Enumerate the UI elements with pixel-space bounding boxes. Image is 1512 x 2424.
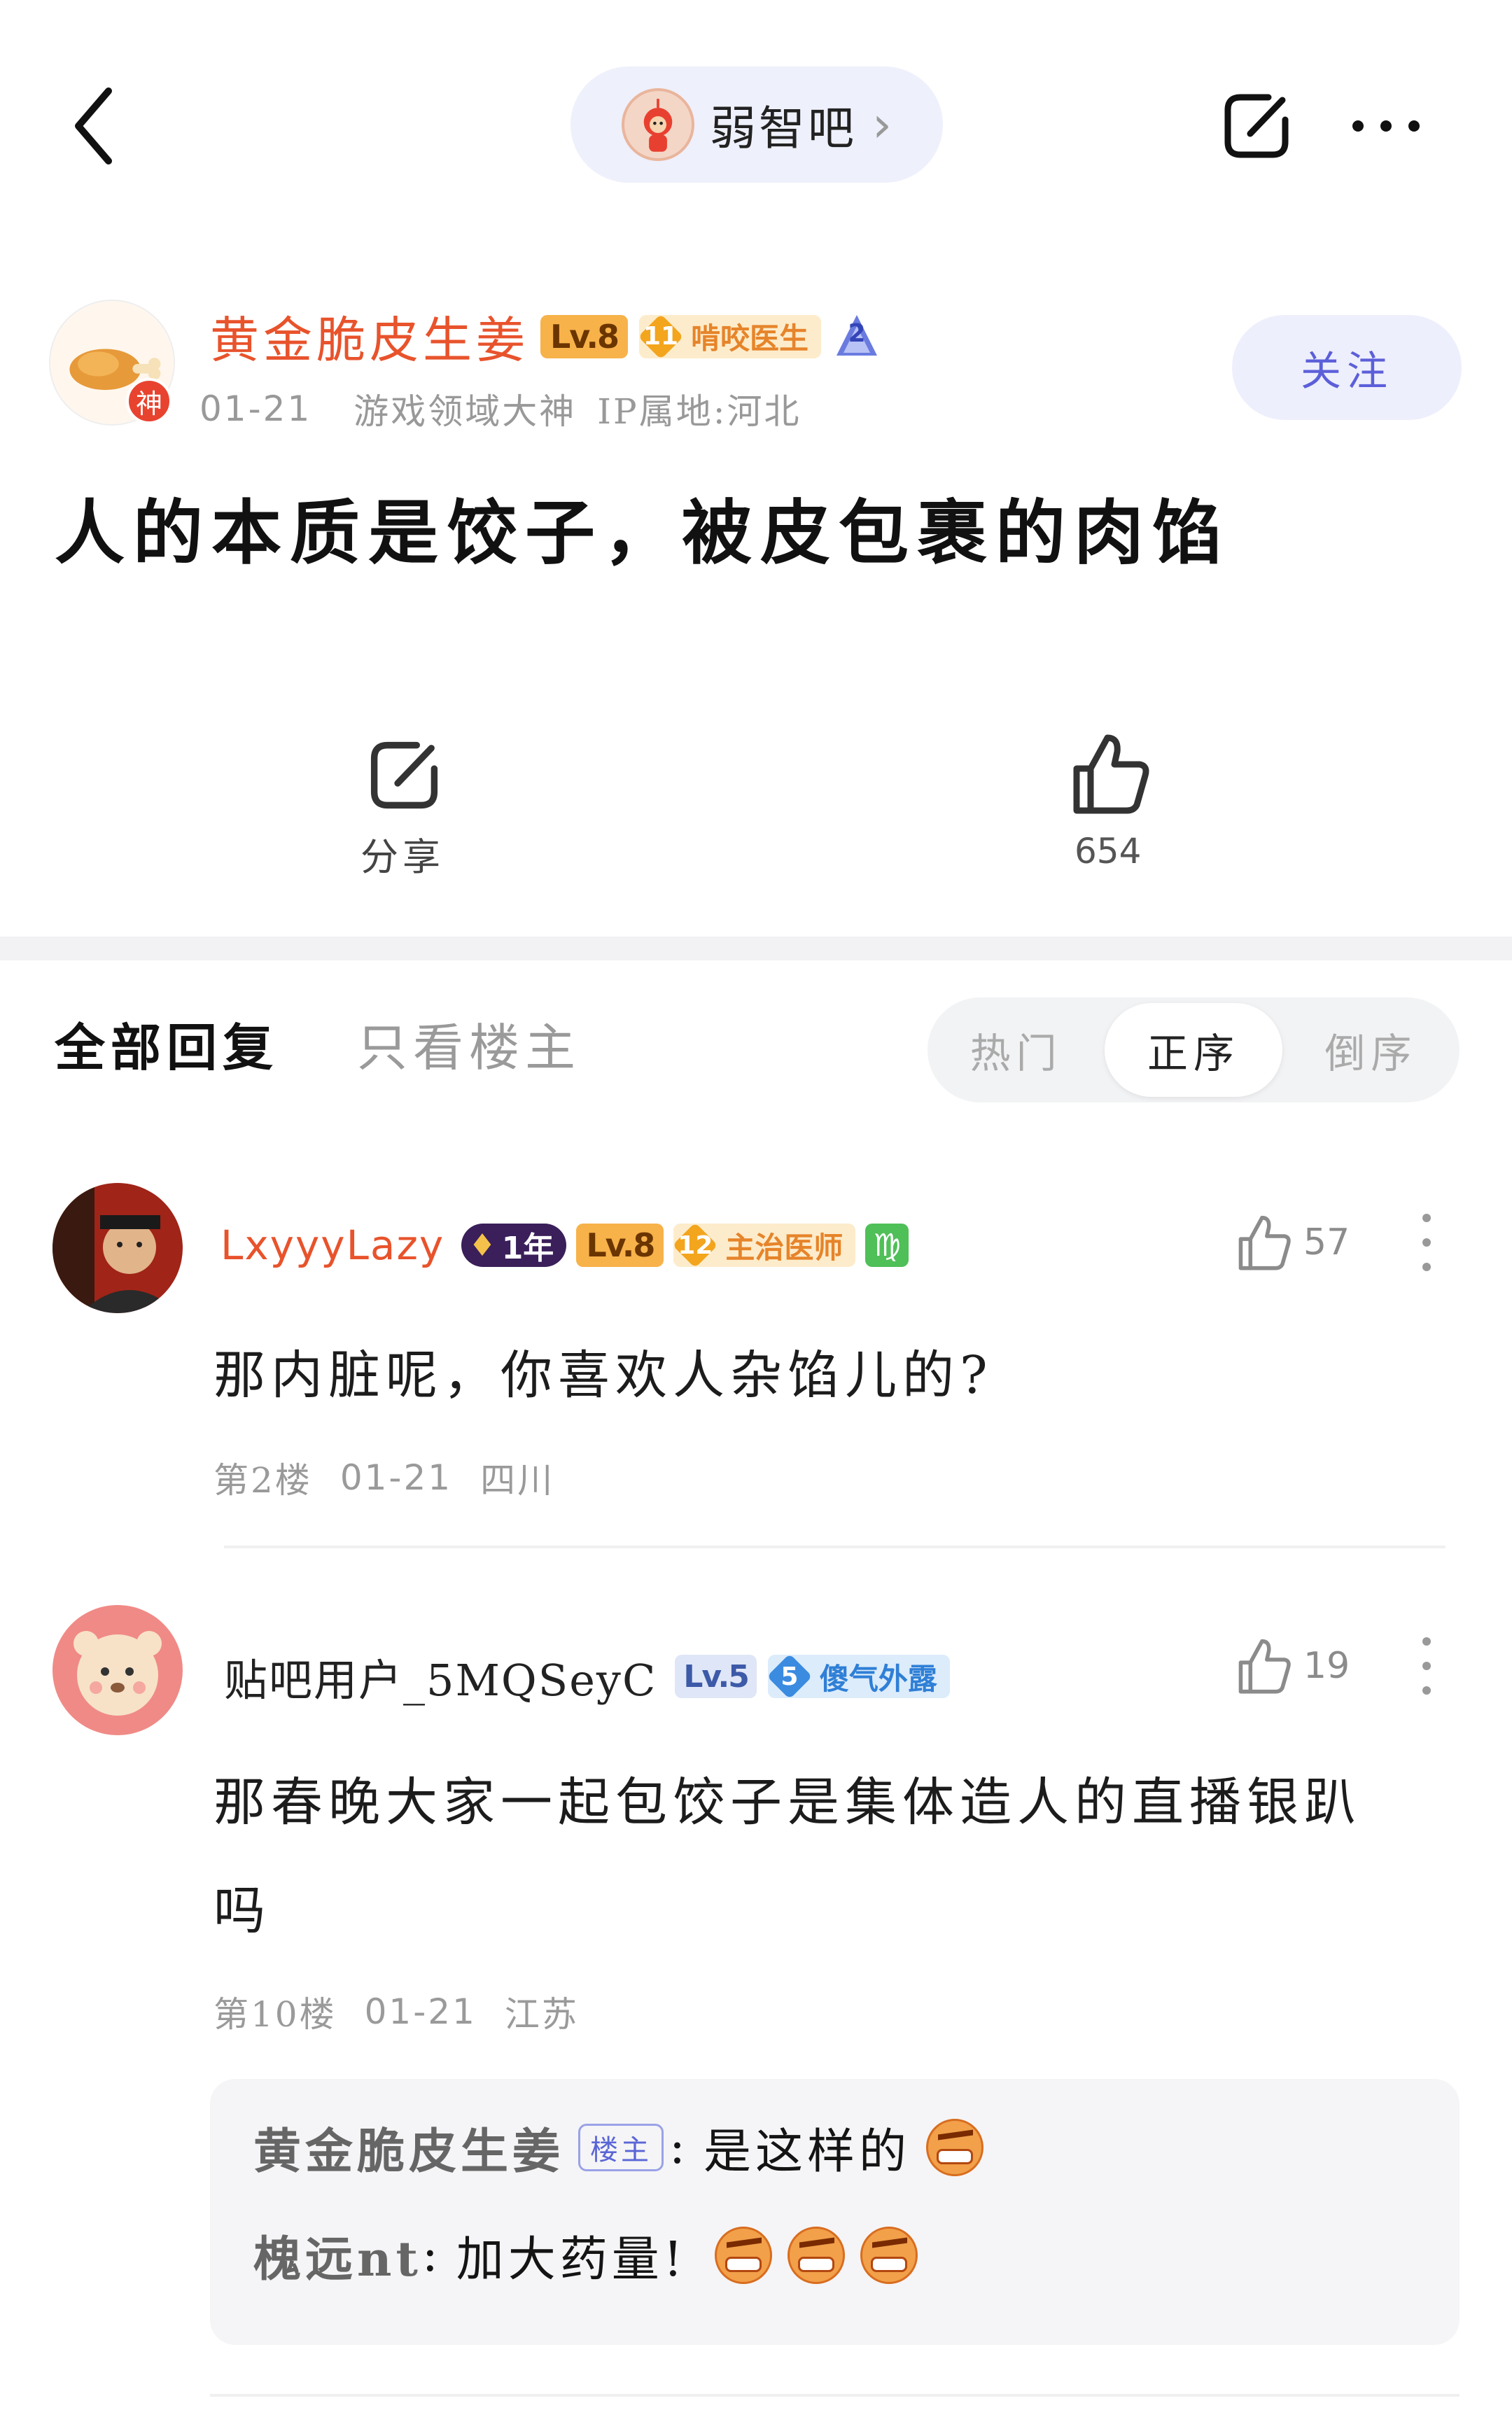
floor-number: 第10楼 — [214, 1994, 337, 2035]
honor-badge: 11 啃咬医生 — [639, 314, 822, 358]
author-name[interactable]: 黄金脆皮生姜 — [210, 301, 529, 372]
post-date: 01-21 — [200, 388, 312, 429]
grimace-emoji-icon — [925, 2118, 983, 2176]
comment-date: 01-21 — [340, 1457, 453, 1498]
sub-replies-box[interactable]: 黄金脆皮生姜 楼主 : 是这样的 槐远nt : 加大药量! — [210, 2079, 1460, 2345]
honor-badge: 12 主治医师 — [673, 1224, 856, 1267]
rank-icon: 2 — [832, 312, 881, 361]
forum-avatar — [622, 88, 694, 161]
back-icon[interactable] — [70, 84, 119, 168]
sub-reply-user[interactable]: 黄金脆皮生姜 — [253, 2113, 564, 2182]
comment-location: 四川 — [480, 1460, 555, 1501]
badge-diamond-icon: 5 — [768, 1655, 811, 1698]
chevron-right-icon: › — [872, 96, 892, 153]
year-badge: ♦ 1年 — [461, 1224, 567, 1267]
comment-divider — [224, 1546, 1446, 1548]
follow-button[interactable]: 关注 — [1232, 315, 1462, 420]
post-title: 人的本质是饺子，被皮包裹的肉馅 — [55, 491, 1231, 574]
share-label[interactable]: 分享 — [360, 826, 444, 881]
author-honor: 游戏领域大神 — [354, 391, 577, 432]
comment-avatar[interactable] — [52, 1183, 183, 1313]
honor-badge: 5 傻气外露 — [767, 1655, 950, 1698]
thumbs-up-icon[interactable] — [1232, 1634, 1295, 1697]
comment-date: 01-21 — [364, 1991, 477, 2032]
more-options-icon[interactable] — [1348, 112, 1424, 140]
sort-segmented-control: 热门 正序 倒序 — [927, 997, 1460, 1102]
sort-descending[interactable]: 倒序 — [1282, 997, 1460, 1102]
badge-diamond-icon: 11 — [639, 315, 682, 358]
comment-text-line-1: 那春晚大家一起包饺子是集体造人的直播银趴 — [214, 1772, 1362, 1833]
sub-reply-user[interactable]: 槐远nt — [253, 2220, 422, 2290]
god-badge: 神 — [126, 378, 172, 424]
zodiac-badge: ♍ — [865, 1224, 909, 1267]
share-icon[interactable] — [364, 735, 444, 815]
crown-icon: ♦ — [468, 1227, 496, 1263]
forum-pill[interactable]: 弱智吧 › — [570, 66, 943, 183]
comment-location: 江苏 — [504, 1994, 579, 2035]
grimace-emoji-icon — [788, 2226, 846, 2284]
tab-all-replies[interactable]: 全部回复 — [55, 1007, 279, 1080]
floor-number: 第2楼 — [214, 1460, 312, 1501]
grimace-emoji-icon — [860, 2226, 918, 2284]
level-badge: Lv.8 — [540, 314, 629, 358]
tab-owner-only[interactable]: 只看楼主 — [357, 1007, 581, 1080]
forum-name: 弱智吧 — [710, 101, 857, 155]
sort-hot[interactable]: 热门 — [927, 997, 1105, 1102]
share-edit-icon[interactable] — [1218, 87, 1295, 164]
comment-user-name[interactable]: 贴吧用户_5MQSeyC — [224, 1645, 657, 1708]
owner-tag: 楼主 — [578, 2123, 664, 2171]
sort-ascending[interactable]: 正序 — [1105, 1003, 1282, 1097]
thumbs-up-icon[interactable] — [1064, 728, 1155, 819]
level-badge: Lv.5 — [675, 1655, 757, 1698]
thumbs-up-icon[interactable] — [1232, 1211, 1295, 1274]
sub-reply-text: 加大药量! — [456, 2232, 687, 2288]
post-like-count: 654 — [1074, 831, 1142, 871]
badge-diamond-icon: 12 — [673, 1224, 717, 1267]
comment-text-line-2: 吗 — [214, 1881, 271, 1941]
sub-reply: 槐远nt : 加大药量! — [253, 2220, 918, 2290]
sub-reply-text: 是这样的 — [703, 2124, 911, 2180]
comment-user-name[interactable]: LxyyyLazy — [220, 1221, 444, 1269]
comment-like-count: 19 — [1303, 1645, 1350, 1687]
ip-location: IP属地:河北 — [597, 391, 802, 432]
section-divider — [0, 937, 1512, 960]
more-vertical-icon[interactable] — [1420, 1211, 1434, 1274]
level-badge: Lv.8 — [576, 1224, 664, 1267]
comment-avatar[interactable] — [52, 1605, 183, 1735]
more-vertical-icon[interactable] — [1420, 1634, 1434, 1697]
comment-divider — [210, 2394, 1460, 2397]
comment-text: 那内脏呢，你喜欢人杂馅儿的? — [214, 1345, 993, 1406]
comment-like-count: 57 — [1303, 1221, 1350, 1263]
grimace-emoji-icon — [715, 2226, 773, 2284]
sub-reply: 黄金脆皮生姜 楼主 : 是这样的 — [253, 2113, 983, 2182]
